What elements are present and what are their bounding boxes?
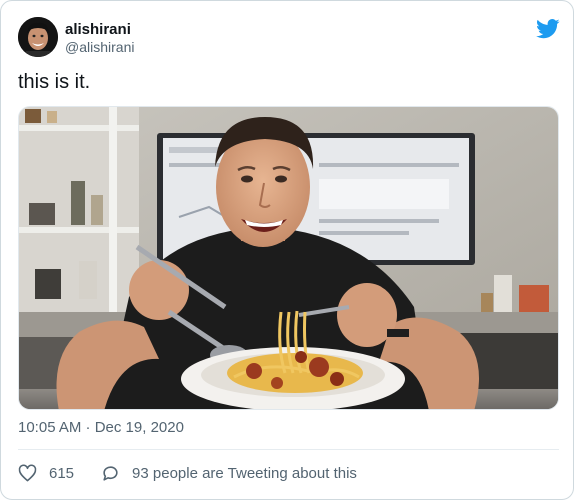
spaghetti-photo: [19, 107, 558, 409]
conversation-button[interactable]: 93 people are Tweeting about this: [101, 464, 357, 483]
author-avatar[interactable]: [18, 17, 58, 57]
twitter-bird-icon[interactable]: [536, 19, 560, 39]
tweet-photo[interactable]: [18, 106, 559, 410]
tweet-timestamp[interactable]: 10:05 AM · Dec 19, 2020: [18, 419, 184, 436]
tweet-card: alishirani @alishirani this is it. 10:05…: [0, 0, 574, 500]
heart-icon: [18, 464, 37, 481]
tweet-actions: 615 93 people are Tweeting about this: [18, 461, 357, 485]
author-name[interactable]: alishirani: [65, 21, 131, 38]
user-avatar-icon: [18, 17, 58, 57]
conversation-label: 93 people are Tweeting about this: [132, 464, 357, 482]
tweet-text: this is it.: [18, 71, 91, 93]
divider: [18, 449, 559, 450]
author-handle[interactable]: @alishirani: [65, 39, 134, 55]
like-count: 615: [49, 464, 75, 482]
like-button[interactable]: 615: [18, 464, 74, 483]
speech-bubble-icon: [103, 465, 118, 481]
